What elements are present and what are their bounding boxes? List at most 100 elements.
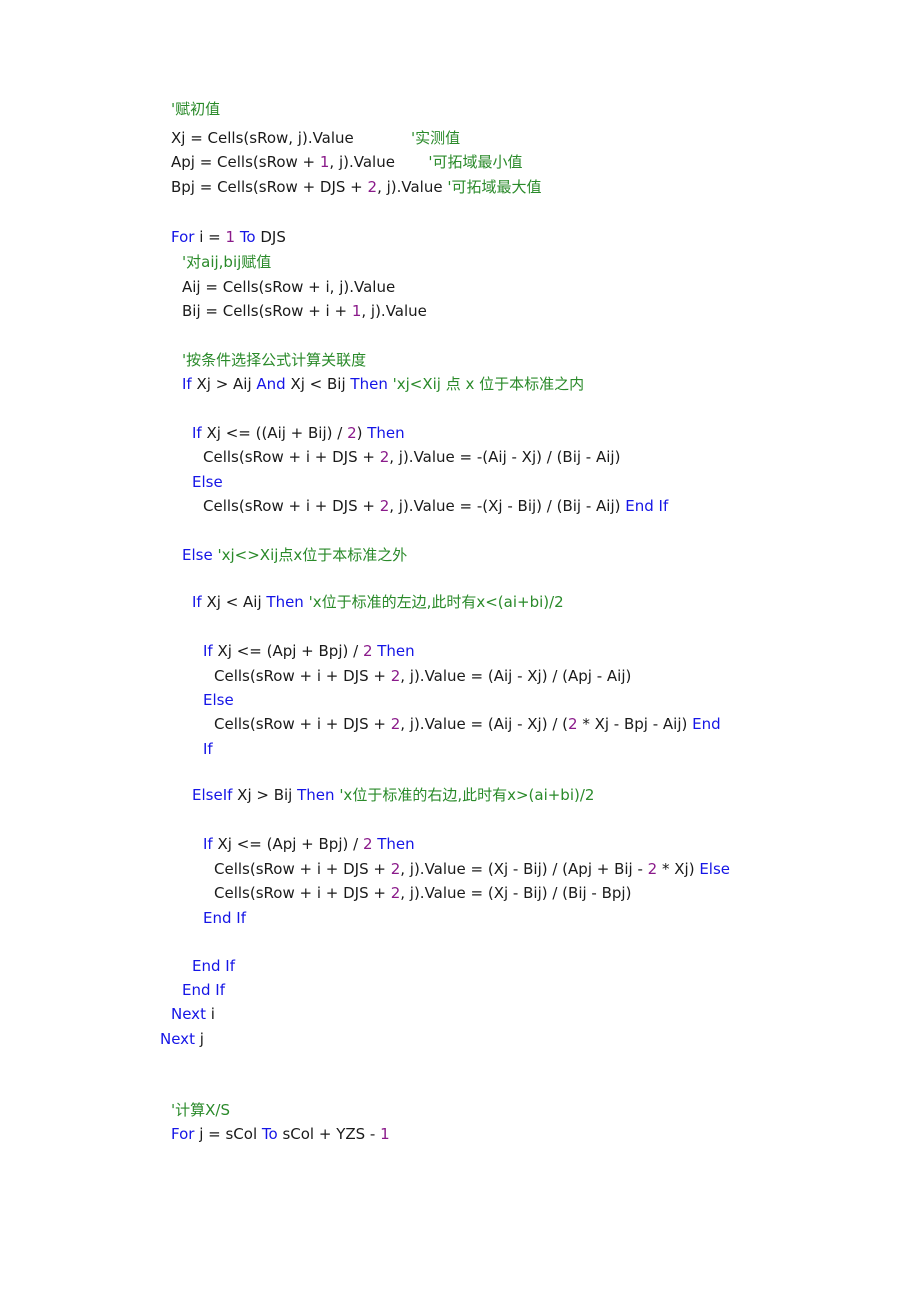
keyword-token: For [171, 228, 195, 246]
code-text: , j).Value = -(Aij - Xj) / (Bij - Aij) [389, 448, 621, 466]
keyword-token: If [203, 642, 213, 660]
keyword-token: If [192, 593, 202, 611]
code-line: Next i [171, 1004, 215, 1024]
code-line: For i = 1 To DJS [171, 227, 286, 247]
code-text: Bij = Cells(sRow + i + [182, 302, 352, 320]
comment-token: '按条件选择公式计算关联度 [182, 351, 367, 369]
keyword-token: Then [297, 786, 335, 804]
code-text: , j).Value [377, 178, 448, 196]
number-literal: 2 [568, 715, 578, 733]
code-text: , j).Value [361, 302, 427, 320]
number-literal: 1 [351, 302, 362, 320]
number-literal: 2 [647, 860, 658, 878]
code-text: , j).Value = (Xj - Bij) / (Apj + Bij - [400, 860, 648, 878]
keyword-token: And [256, 375, 286, 393]
code-text: Cells(sRow + i + DJS + [214, 667, 391, 685]
keyword-token: To [239, 228, 256, 246]
code-line: Cells(sRow + i + DJS + 2, j).Value = (Xj… [214, 883, 631, 903]
code-text: Aij = Cells(sRow + i, j).Value [182, 278, 396, 296]
code-text: i [205, 1005, 215, 1023]
keyword-token: To [261, 1125, 278, 1143]
keyword-token: If [203, 835, 213, 853]
keyword-token: If [192, 424, 202, 442]
code-text: Xj > Bij [232, 786, 298, 804]
code-text: Xj <= (Apj + Bpj) / [212, 642, 363, 660]
comment-token: 'xj<>Xij点x位于本标准之外 [217, 546, 408, 564]
code-line: '按条件选择公式计算关联度 [182, 350, 366, 370]
number-literal: 2 [390, 884, 401, 902]
keyword-token: Else [203, 691, 234, 709]
comment-token: '赋初值 [171, 100, 221, 118]
code-text: , j).Value = -(Xj - Bij) / (Bij - Aij) [389, 497, 626, 515]
code-text: Xj = Cells(sRow, j).Value [171, 129, 354, 147]
code-line: Else [203, 690, 234, 710]
keyword-token: Else [182, 546, 213, 564]
code-line: Xj = Cells(sRow, j).Value '实测值 [171, 128, 460, 148]
code-text: * Xj - Bpj - Aij) [577, 715, 693, 733]
number-literal: 2 [379, 497, 390, 515]
code-text: j [194, 1030, 204, 1048]
code-text: Xj > Aij [191, 375, 257, 393]
number-literal: 2 [347, 424, 357, 442]
code-line: For j = sCol To sCol + YZS - 1 [171, 1124, 390, 1144]
number-literal: 1 [380, 1125, 390, 1143]
keyword-token: End If [192, 957, 235, 975]
code-line: Cells(sRow + i + DJS + 2, j).Value = -(X… [203, 496, 668, 516]
code-text: DJS [255, 228, 286, 246]
keyword-token: Else [699, 860, 731, 878]
keyword-token: Then [367, 424, 405, 442]
keyword-token: For [171, 1125, 195, 1143]
code-text: Cells(sRow + i + DJS + [214, 860, 391, 878]
code-line: Apj = Cells(sRow + 1, j).Value '可拓域最小值 [171, 152, 522, 172]
code-text: Cells(sRow + i + DJS + [214, 715, 391, 733]
code-text: Bpj = Cells(sRow + DJS + [171, 178, 368, 196]
code-text: i = [194, 228, 226, 246]
comment-token: '可拓域最小值 [428, 153, 523, 171]
code-text: Cells(sRow + i + DJS + [203, 448, 380, 466]
number-literal: 2 [379, 448, 390, 466]
code-line: Else [192, 472, 223, 492]
code-text: , j).Value [329, 153, 429, 171]
code-text: sCol + YZS - [277, 1125, 381, 1143]
number-literal: 2 [390, 667, 401, 685]
code-line: '计算X/S [171, 1100, 230, 1120]
comment-token: 'x位于标准的右边,此时有x>(ai+bi)/2 [339, 786, 595, 804]
code-line: Cells(sRow + i + DJS + 2, j).Value = (Ai… [214, 666, 631, 686]
code-line: If Xj < Aij Then 'x位于标准的左边,此时有x<(ai+bi)/… [192, 592, 564, 612]
code-line: Cells(sRow + i + DJS + 2, j).Value = -(A… [203, 447, 620, 467]
keyword-token: Next [160, 1030, 195, 1048]
code-line: If Xj <= (Apj + Bpj) / 2 Then [203, 834, 415, 854]
code-line: If [203, 739, 213, 759]
keyword-token: End If [203, 909, 246, 927]
keyword-token: End If [182, 981, 225, 999]
code-text: ) [356, 424, 368, 442]
code-line: If Xj > Aij And Xj < Bij Then 'xj<Xij 点 … [182, 374, 584, 394]
code-line: If Xj <= (Apj + Bpj) / 2 Then [203, 641, 415, 661]
code-text: Cells(sRow + i + DJS + [214, 884, 391, 902]
comment-token: 'x位于标准的左边,此时有x<(ai+bi)/2 [308, 593, 564, 611]
code-line: Next j [160, 1029, 204, 1049]
number-literal: 2 [390, 860, 401, 878]
code-line: End If [182, 980, 225, 1000]
comment-token: '可拓域最大值 [447, 178, 542, 196]
comment-token: '实测值 [411, 129, 461, 147]
code-line: End If [192, 956, 235, 976]
keyword-token: Next [171, 1005, 206, 1023]
comment-token: '对aij,bij赋值 [182, 253, 272, 271]
keyword-token: ElseIf [192, 786, 233, 804]
number-literal: 2 [390, 715, 401, 733]
code-line: If Xj <= ((Aij + Bij) / 2) Then [192, 423, 405, 443]
code-line: Cells(sRow + i + DJS + 2, j).Value = (Ai… [214, 714, 721, 734]
code-line: Bij = Cells(sRow + i + 1, j).Value [182, 301, 427, 321]
keyword-token: End [692, 715, 721, 733]
code-line: '赋初值 [171, 99, 220, 119]
number-literal: 1 [225, 228, 236, 246]
code-line: Bpj = Cells(sRow + DJS + 2, j).Value '可拓… [171, 177, 541, 197]
code-text: Xj < Bij [285, 375, 351, 393]
keyword-token: If [182, 375, 192, 393]
code-text: Xj <= ((Aij + Bij) / [201, 424, 348, 442]
comment-token: '计算X/S [171, 1101, 230, 1119]
code-line: Else 'xj<>Xij点x位于本标准之外 [182, 545, 407, 565]
code-text: * Xj) [657, 860, 700, 878]
